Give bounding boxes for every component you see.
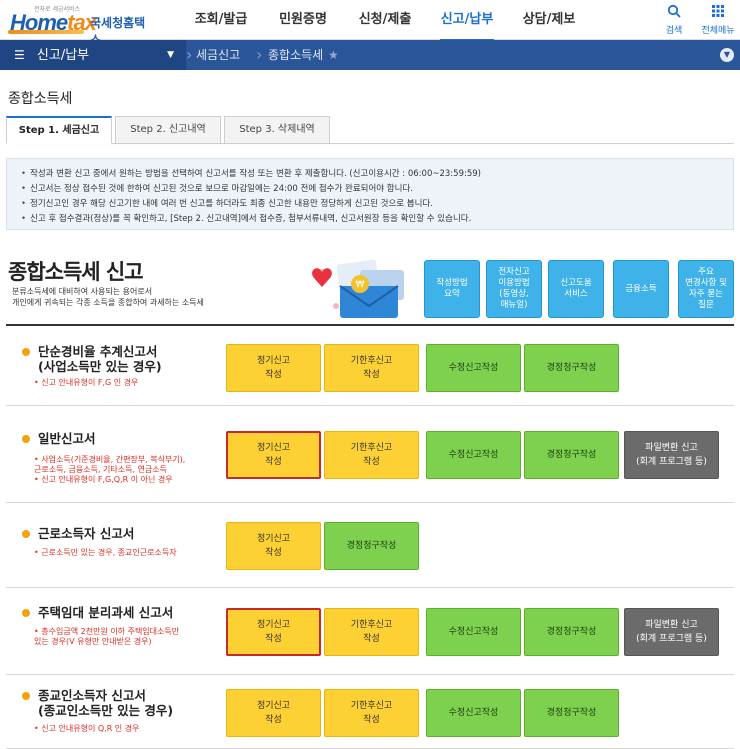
filing-action-button[interactable]: 기한후신고 작성 [324, 689, 419, 737]
row-notes: 사업소득(기준경비율, 간편장부, 복식부기), 근로소득, 금융소득, 기타소… [34, 455, 185, 485]
top-header: 전자로 세금서비스 Hometax 국세청홈택스 조회/발급민원증명신청/제출신… [0, 0, 740, 47]
nav-item-0[interactable]: 조회/발급 [180, 0, 262, 40]
notice-item: 신고서는 정상 접수된 것에 한하여 신고된 것으로 보므로 마감일에는 24:… [21, 182, 719, 197]
collapse-chevron-icon[interactable]: ▼ [720, 48, 734, 62]
search-label: 검색 [665, 26, 683, 36]
dropdown-arrow-icon: ▼ [167, 50, 174, 60]
filing-action-button[interactable]: 파일변환 신고 (회계 프로그램 등) [624, 431, 719, 479]
orange-bullet-icon [22, 692, 30, 700]
nav-item-1[interactable]: 민원증명 [262, 0, 344, 40]
filing-action-button[interactable]: 경정청구작성 [524, 431, 619, 479]
breadcrumb-item-tax-return[interactable]: 세금신고 [196, 40, 240, 70]
filing-action-button[interactable]: 정기신고 작성 [226, 431, 321, 479]
filing-action-button[interactable]: 파일변환 신고 (회계 프로그램 등) [624, 608, 719, 656]
notice-item: 신고 후 접수결과(정상)를 꼭 확인하고, [Step 2. 신고내역]에서 … [21, 212, 719, 227]
nav-item-3[interactable]: 신고/납부 [426, 0, 508, 41]
quick-link-faq[interactable]: 주요 변경사항 및 자주 묻는 질문 [678, 260, 734, 318]
filing-action-button[interactable]: 수정신고작성 [426, 344, 521, 392]
breadcrumb-separator-icon: › [256, 45, 263, 64]
filing-action-button[interactable]: 기한후신고 작성 [324, 431, 419, 479]
hamburger-icon: ☰ [14, 48, 25, 62]
filing-action-button[interactable]: 정기신고 작성 [226, 522, 321, 570]
nav-item-2[interactable]: 신청/제출 [344, 0, 426, 40]
row-notes: 신고 안내유형이 F,G 인 경우 [34, 378, 138, 388]
section-divider [6, 324, 734, 326]
row-note: 사업소득(기준경비율, 간편장부, 복식부기), 근로소득, 금융소득, 기타소… [34, 455, 185, 475]
notice-item: 작성과 변환 신고 중에서 원하는 방법을 선택하여 신고서를 작성 또는 변환… [21, 167, 719, 182]
page-title: 종합소득세 [8, 91, 73, 107]
row-title: 단순경비율 추계신고서 (사업소득만 있는 경우) [38, 344, 162, 374]
search-icon [667, 4, 681, 18]
nav-item-4[interactable]: 상담/제보 [508, 0, 590, 40]
filing-action-button[interactable]: 정기신고 작성 [226, 689, 321, 737]
filing-action-button[interactable]: 수정신고작성 [426, 431, 521, 479]
quick-link-financial-income[interactable]: 금융소득 [613, 260, 669, 318]
filing-row: 일반신고서사업소득(기준경비율, 간편장부, 복식부기), 근로소득, 금융소득… [6, 407, 734, 503]
notice-item: 정기신고인 경우 해당 신고기한 내에 여러 번 신고를 하더라도 최종 신고한… [21, 197, 719, 212]
filing-action-button[interactable]: 경정청구작성 [524, 344, 619, 392]
row-notes: 신고 안내유형이 Q,R 인 경우 [34, 724, 139, 734]
logo-swoosh [8, 30, 84, 34]
orange-bullet-icon [22, 609, 30, 617]
filing-action-button[interactable]: 정기신고 작성 [226, 344, 321, 392]
svg-text:₩: ₩ [356, 280, 365, 290]
row-note: 신고 안내유형이 F,G,Q,R 이 아닌 경우 [34, 475, 185, 485]
row-note: 총수입금액 2천만원 이하 주택임대소득만 있는 경우(V 유형만 안내받은 경… [34, 627, 179, 647]
filing-row: 주택임대 분리과세 신고서총수입금액 2천만원 이하 주택임대소득만 있는 경우… [6, 589, 734, 675]
filing-row: 단순경비율 추계신고서 (사업소득만 있는 경우) 신고 안내유형이 F,G 인 … [6, 330, 734, 406]
filing-action-button[interactable]: 경정청구작성 [524, 608, 619, 656]
orange-bullet-icon [22, 435, 30, 443]
row-notes: 근로소득만 있는 경우, 종교인근로소득자 [34, 548, 176, 558]
filing-action-button[interactable]: 경정청구작성 [524, 689, 619, 737]
breadcrumb-home-dropdown[interactable]: ☰ 신고/납부 ▼ [0, 40, 186, 70]
notice-box: 작성과 변환 신고 중에서 원하는 방법을 선택하여 신고서를 작성 또는 변환… [6, 158, 734, 230]
breadcrumb-home-label: 신고/납부 [36, 48, 90, 63]
filing-action-button[interactable]: 기한후신고 작성 [324, 344, 419, 392]
row-title: 일반신고서 [38, 431, 96, 446]
row-note: 근로소득만 있는 경우, 종교인근로소득자 [34, 548, 176, 558]
tab-step2[interactable]: Step 2. 신고내역 [115, 116, 221, 144]
quick-link-guide-summary[interactable]: 작성방법 요약 [424, 260, 480, 318]
orange-bullet-icon [22, 348, 30, 356]
filing-action-button[interactable]: 수정신고작성 [426, 689, 521, 737]
breadcrumb-item-income-tax[interactable]: 종합소득세 [268, 40, 323, 70]
breadcrumb-separator-icon: › [186, 45, 193, 64]
tab-step3[interactable]: Step 3. 삭제내역 [224, 116, 330, 144]
all-menu-label: 전체메뉴 [701, 26, 735, 36]
row-title: 종교인소득자 신고서 (종교인소득만 있는 경우) [38, 688, 174, 718]
step-tabs: Step 1. 세금신고 Step 2. 신고내역 Step 3. 삭제내역 [6, 116, 734, 144]
envelope-heart-illustration: ₩ [312, 259, 404, 318]
row-title: 근로소득자 신고서 [38, 526, 135, 541]
row-note: 신고 안내유형이 Q,R 인 경우 [34, 724, 139, 734]
favorite-star-icon[interactable]: ★ [328, 40, 339, 70]
filing-action-button[interactable]: 기한후신고 작성 [324, 608, 419, 656]
section-description: 분류소득세에 대비하여 사용되는 용어로서 개인에게 귀속되는 각종 소득을 종… [12, 287, 204, 307]
breadcrumb: ☰ 신고/납부 ▼ › 세금신고 › 종합소득세 ★ ▼ [0, 40, 740, 70]
orange-bullet-icon [22, 530, 30, 538]
all-menu-button[interactable]: 전체메뉴 [696, 4, 740, 36]
filing-action-button[interactable]: 정기신고 작성 [226, 608, 321, 656]
filing-row: 종교인소득자 신고서 (종교인소득만 있는 경우) 신고 안내유형이 Q,R 인 … [6, 676, 734, 749]
row-note: 신고 안내유형이 F,G 인 경우 [34, 378, 138, 388]
hometax-logo[interactable]: 전자로 세금서비스 Hometax 국세청홈택스 [6, 4, 156, 47]
search-button[interactable]: 검색 [652, 4, 696, 36]
filing-action-button[interactable]: 수정신고작성 [426, 608, 521, 656]
section-header: 종합소득세 신고 분류소득세에 대비하여 사용되는 용어로서 개인에게 귀속되는… [0, 252, 740, 324]
section-title: 종합소득세 신고 [8, 260, 144, 284]
filing-action-button[interactable]: 경정청구작성 [324, 522, 419, 570]
tab-step1[interactable]: Step 1. 세금신고 [6, 116, 112, 144]
row-title: 주택임대 분리과세 신고서 [38, 605, 174, 620]
grid-menu-icon [712, 5, 724, 17]
quick-link-how-to-use[interactable]: 전자신고 이용방법 (동영상, 매뉴얼) [486, 260, 542, 318]
main-nav: 조회/발급 민원증명 신청/제출 신고/납부 상담/제보 [180, 0, 590, 41]
row-notes: 총수입금액 2천만원 이하 주택임대소득만 있는 경우(V 유형만 안내받은 경… [34, 627, 179, 647]
filing-row: 근로소득자 신고서근로소득만 있는 경우, 종교인근로소득자 정기신고 작성경정청… [6, 504, 734, 588]
quick-link-filing-help[interactable]: 신고도움 서비스 [548, 260, 604, 318]
